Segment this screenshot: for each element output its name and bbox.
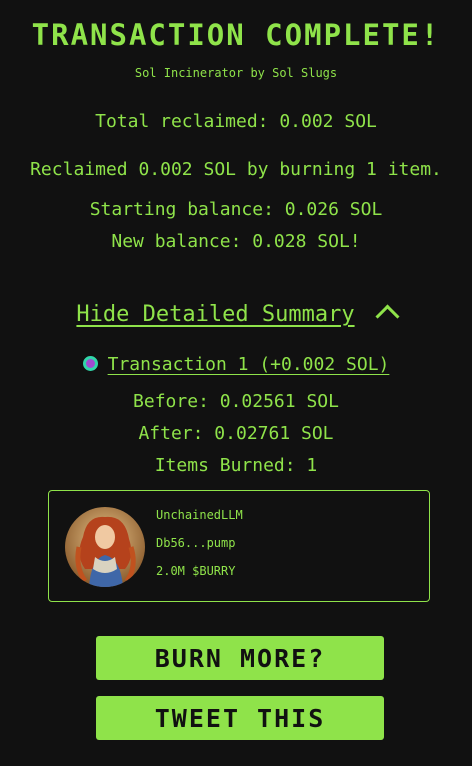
transaction-link[interactable]: Transaction 1 (+0.002 SOL) [108,354,390,375]
balance-before: Before: 0.02561 SOL [133,391,339,412]
reclaimed-summary: Reclaimed 0.002 SOL by burning 1 item. [30,159,442,180]
page-title: TRANSACTION COMPLETE! [31,18,441,52]
items-burned: Items Burned: 1 [154,455,318,476]
hide-detailed-summary-toggle[interactable]: Hide Detailed Summary [0,302,472,329]
token-address: Db56...pump [156,536,236,550]
token-avatar [65,507,145,587]
total-reclaimed: Total reclaimed: 0.002 SOL [95,111,377,132]
new-balance: New balance: 0.028 SOL! [111,231,361,252]
tweet-this-button[interactable]: TWEET THIS [96,696,384,740]
token-image [65,507,145,587]
burned-item-card: UnchainedLLM Db56...pump 2.0M $BURRY [48,490,430,602]
status-dot-icon [82,355,98,371]
chevron-up-icon [375,304,400,329]
transaction-row: Transaction 1 (+0.002 SOL) [0,354,472,375]
toggle-label: Hide Detailed Summary [76,302,355,327]
token-amount: 2.0M $BURRY [156,564,236,578]
balance-after: After: 0.02761 SOL [138,423,334,444]
token-name: UnchainedLLM [156,508,243,522]
burn-more-button[interactable]: BURN MORE? [96,636,384,680]
app-subtitle: Sol Incinerator by Sol Slugs [134,66,338,80]
starting-balance: Starting balance: 0.026 SOL [89,199,383,220]
